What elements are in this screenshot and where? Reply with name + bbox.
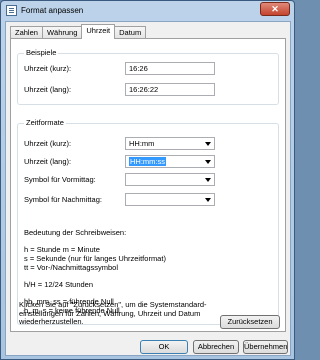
format-long-value: HH:mm:ss [129,157,166,166]
example-long-value: 16:26:22 [125,83,215,96]
format-dialog: Format anpassen ✕ Zahlen Währung Uhrzeit… [0,0,295,360]
notes-line: tt = Vor-/Nachmittagssymbol [24,263,118,272]
am-symbol-combo[interactable] [125,173,215,186]
reset-button[interactable]: Zurücksetzen [220,315,280,329]
time-formats-group: Zeitformate Uhrzeit (kurz): HH:mm Uhrzei… [17,118,279,325]
uhrzeit-tab-panel: Beispiele Uhrzeit (kurz): 16:26 Uhrzeit … [10,38,286,332]
chevron-down-icon [205,160,211,164]
example-short-label: Uhrzeit (kurz): [24,64,72,73]
reset-text: wiederherzustellen. [19,317,84,326]
chevron-down-icon [205,198,211,202]
chevron-down-icon [205,178,211,182]
example-short-value: 16:26 [125,62,215,75]
ok-button[interactable]: OK [140,340,188,354]
format-long-label: Uhrzeit (lang): [24,157,72,166]
notes-line: h = Stunde m = Minute [24,245,100,254]
example-long-label: Uhrzeit (lang): [24,85,72,94]
pm-symbol-combo[interactable] [125,193,215,206]
dialog-icon [6,5,17,16]
title-bar[interactable]: Format anpassen ✕ [1,1,294,21]
notes-line: h/H = 12/24 Stunden [24,280,94,289]
examples-group-title: Beispiele [24,48,59,57]
time-formats-group-title: Zeitformate [24,118,66,127]
format-short-label: Uhrzeit (kurz): [24,139,72,148]
apply-button[interactable]: Übernehmen [243,340,288,354]
cancel-button[interactable]: Abbrechen [193,340,239,354]
tab-strip: Zahlen Währung Uhrzeit Datum [10,24,147,39]
examples-group: Beispiele Uhrzeit (kurz): 16:26 Uhrzeit … [17,48,279,105]
pm-symbol-label: Symbol für Nachmittag: [24,195,102,204]
notes-heading: Bedeutung der Schreibweisen: [24,228,127,237]
notes-line: s = Sekunde (nur für langes Uhrzeitforma… [24,254,166,263]
format-long-combo[interactable]: HH:mm:ss [125,155,215,168]
reset-info: Klicken Sie auf "Zurücksetzen", um die S… [19,300,207,327]
format-short-value: HH:mm [129,139,155,148]
am-symbol-label: Symbol für Vormittag: [24,175,96,184]
close-button[interactable]: ✕ [260,2,290,16]
tab-uhrzeit[interactable]: Uhrzeit [81,24,116,39]
chevron-down-icon [205,142,211,146]
format-short-combo[interactable]: HH:mm [125,137,215,150]
dialog-client: Zahlen Währung Uhrzeit Datum Beispiele U… [5,21,291,356]
window-title: Format anpassen [21,6,84,15]
